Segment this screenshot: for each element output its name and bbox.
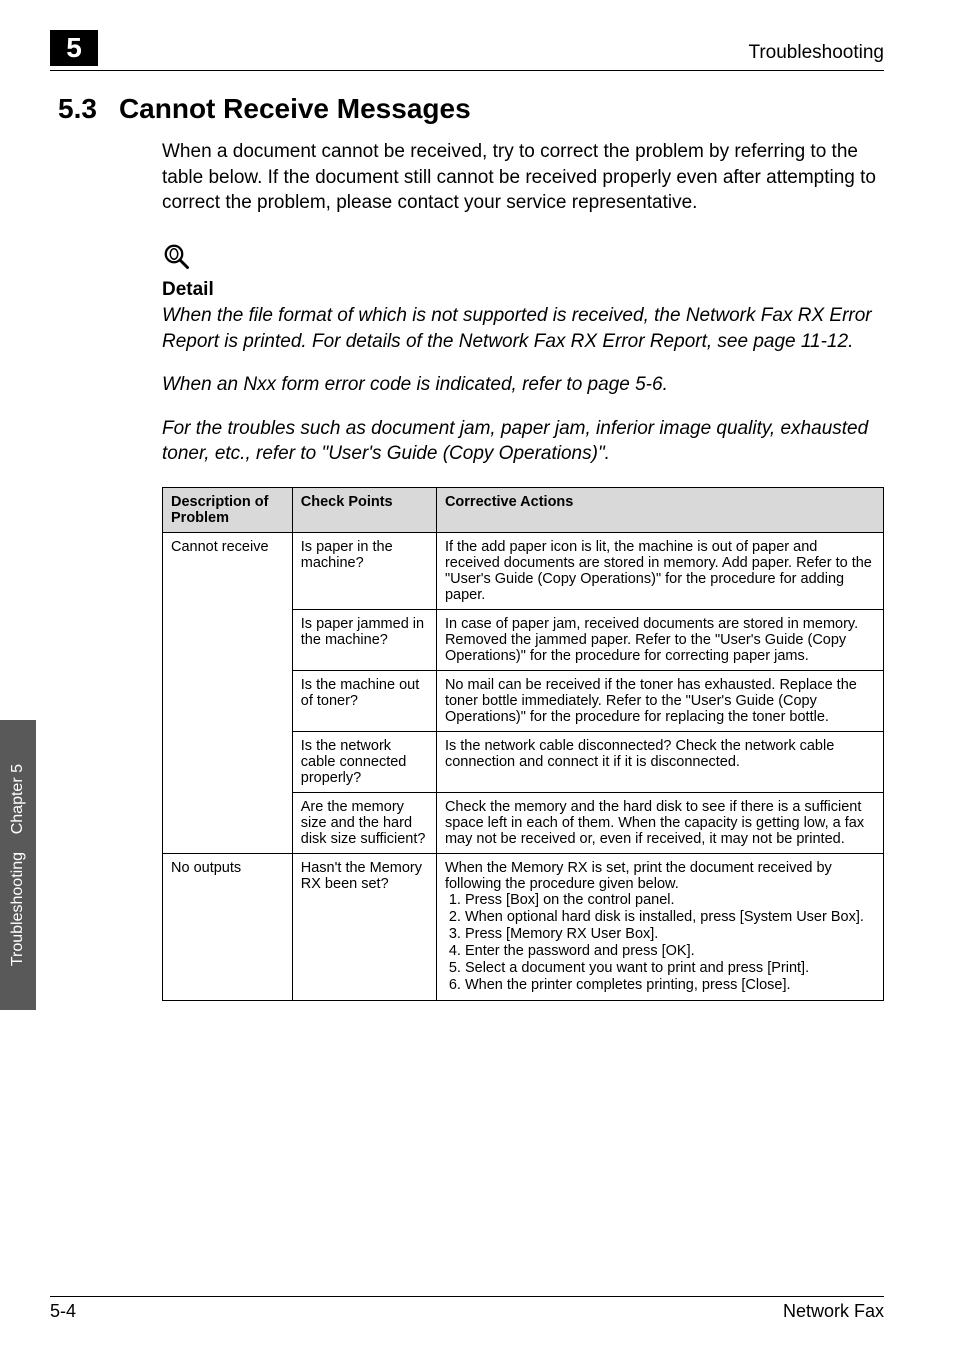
table-row: Cannot receive Is paper in the machine? … (163, 533, 884, 610)
td-check: Is paper jammed in the machine? (292, 610, 436, 671)
detail-para-3: For the troubles such as document jam, p… (162, 416, 884, 467)
footer-doc-title: Network Fax (783, 1301, 884, 1322)
td-action: Is the network cable disconnected? Check… (436, 732, 883, 793)
td-action: Check the memory and the hard disk to se… (436, 793, 883, 854)
td-action-list: Press [Box] on the control panel. When o… (445, 892, 875, 993)
section-number: 5.3 (58, 93, 97, 125)
td-action: If the add paper icon is lit, the machin… (436, 533, 883, 610)
table-header-row: Description of Problem Check Points Corr… (163, 488, 884, 533)
td-check: Hasn't the Memory RX been set? (292, 854, 436, 1001)
td-action: When the Memory RX is set, print the doc… (436, 854, 883, 1001)
intro-paragraph: When a document cannot be received, try … (162, 139, 884, 216)
td-action-intro: When the Memory RX is set, print the doc… (445, 860, 832, 892)
td-action: No mail can be received if the toner has… (436, 671, 883, 732)
list-item: When the printer completes printing, pre… (465, 977, 875, 993)
list-item: Enter the password and press [OK]. (465, 943, 875, 959)
detail-label: Detail (162, 279, 884, 301)
th-action: Corrective Actions (436, 488, 883, 533)
troubleshooting-table: Description of Problem Check Points Corr… (162, 487, 884, 1001)
list-item: Press [Box] on the control panel. (465, 892, 875, 908)
page-header: 5 Troubleshooting (50, 30, 884, 71)
section-title: Cannot Receive Messages (119, 93, 471, 125)
td-action: In case of paper jam, received documents… (436, 610, 883, 671)
side-tab-title: Troubleshooting (9, 852, 27, 966)
side-tab: Chapter 5 Troubleshooting (0, 720, 36, 1010)
footer-page-number: 5-4 (50, 1301, 76, 1322)
detail-para-2: When an Nxx form error code is indicated… (162, 372, 884, 398)
list-item: When optional hard disk is installed, pr… (465, 909, 875, 925)
td-problem: No outputs (163, 854, 293, 1001)
td-check: Are the memory size and the hard disk si… (292, 793, 436, 854)
detail-block: Detail When the file format of which is … (162, 242, 884, 467)
td-check: Is paper in the machine? (292, 533, 436, 610)
th-check: Check Points (292, 488, 436, 533)
side-tab-chapter: Chapter 5 (9, 764, 27, 834)
th-problem: Description of Problem (163, 488, 293, 533)
td-check: Is the network cable connected properly? (292, 732, 436, 793)
chapter-badge: 5 (50, 30, 98, 66)
section-heading: 5.3 Cannot Receive Messages (58, 93, 884, 125)
running-title: Troubleshooting (748, 42, 884, 64)
magnifier-icon (162, 242, 192, 272)
td-problem: Cannot receive (163, 533, 293, 854)
list-item: Select a document you want to print and … (465, 960, 875, 976)
page-footer: 5-4 Network Fax (50, 1296, 884, 1322)
td-check: Is the machine out of toner? (292, 671, 436, 732)
list-item: Press [Memory RX User Box]. (465, 926, 875, 942)
detail-para-1: When the file format of which is not sup… (162, 303, 884, 354)
table-row: No outputs Hasn't the Memory RX been set… (163, 854, 884, 1001)
